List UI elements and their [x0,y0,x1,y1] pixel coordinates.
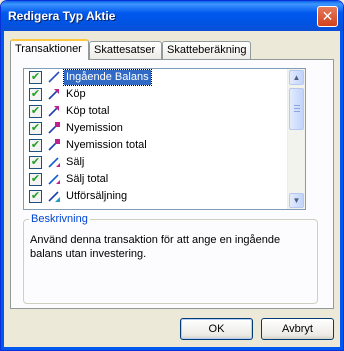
diagonal-line-icon [47,70,61,84]
description-text: Använd denna transaktion för att ange en… [30,234,281,260]
sell-arrow-icon [47,155,61,169]
cancel-button[interactable]: Avbryt [261,318,334,340]
item-label: Ingående Balans [63,69,152,86]
tab-skattesatser[interactable]: Skattesatser [89,41,162,59]
item-checkbox[interactable]: ✔ [29,71,42,84]
new-issue-icon [47,138,61,152]
checkmark-icon: ✔ [30,71,41,83]
close-button[interactable]: ✕ [317,6,338,27]
scroll-thumb[interactable] [289,88,304,130]
description-groupbox: Beskrivning Använd denna transaktion för… [23,213,318,304]
list-item[interactable]: ✔ Nyemission total [24,137,288,154]
window-frame-bottom [1,347,343,350]
item-checkbox[interactable]: ✔ [29,105,42,118]
close-icon: ✕ [321,8,334,24]
item-checkbox[interactable]: ✔ [29,122,42,135]
list-item[interactable]: ✔ Utförsäljning [24,188,288,205]
checkmark-icon: ✔ [30,105,41,117]
scroll-down-button[interactable]: ▼ [289,193,304,208]
ok-button[interactable]: OK [180,318,253,340]
item-label: Nyemission [66,122,123,134]
buy-arrow-icon [47,104,61,118]
checkmark-icon: ✔ [30,190,41,202]
item-label: Sälj [66,156,85,168]
transaction-list[interactable]: ✔ Ingående Balans ✔ Köp ✔ Köp total ✔ Nyemissio… [23,68,306,210]
checkmark-icon: ✔ [30,173,41,185]
tab-skatteberakning[interactable]: Skatteberäkning [162,41,251,59]
buy-arrow-icon [47,87,61,101]
list-item[interactable]: ✔ Sälj [24,154,288,171]
sellout-icon [47,189,61,203]
scroll-up-button[interactable]: ▲ [289,70,304,85]
checkmark-icon: ✔ [30,122,41,134]
item-label: Utförsäljning [66,190,128,202]
new-issue-icon [47,121,61,135]
chevron-up-icon: ▲ [292,73,301,82]
description-legend: Beskrivning [29,213,90,225]
item-label: Köp [66,88,86,100]
transaction-list-items: ✔ Ingående Balans ✔ Köp ✔ Köp total ✔ Nyemissio… [24,69,288,205]
list-item[interactable]: ✔ Köp [24,86,288,103]
list-item[interactable]: ✔ Köp total [24,103,288,120]
dialog-window: Redigera Typ Aktie ✕ Transaktioner Skatt… [0,0,344,351]
item-label: Sälj total [66,173,109,185]
tab-transaktioner[interactable]: Transaktioner [10,39,89,60]
tab-panel-transaktioner: ✔ Ingående Balans ✔ Köp ✔ Köp total ✔ Nyemissio… [10,59,334,309]
window-title: Redigera Typ Aktie [8,9,116,23]
list-item[interactable]: ✔ Sälj total [24,171,288,188]
checkmark-icon: ✔ [30,156,41,168]
title-bar[interactable]: Redigera Typ Aktie ✕ [1,1,343,31]
list-item[interactable]: ✔ Ingående Balans [24,69,288,86]
sell-arrow-icon [47,172,61,186]
item-label: Köp total [66,105,110,117]
list-scrollbar[interactable]: ▲ ▼ [287,69,305,209]
item-checkbox[interactable]: ✔ [29,139,42,152]
list-item[interactable]: ✔ Nyemission [24,120,288,137]
window-frame-left [1,31,4,350]
checkmark-icon: ✔ [30,88,41,100]
checkmark-icon: ✔ [30,139,41,151]
item-checkbox[interactable]: ✔ [29,173,42,186]
item-checkbox[interactable]: ✔ [29,88,42,101]
item-checkbox[interactable]: ✔ [29,156,42,169]
item-checkbox[interactable]: ✔ [29,190,42,203]
chevron-down-icon: ▼ [292,196,301,205]
item-label: Nyemission total [66,139,147,151]
window-frame-right [340,31,343,350]
